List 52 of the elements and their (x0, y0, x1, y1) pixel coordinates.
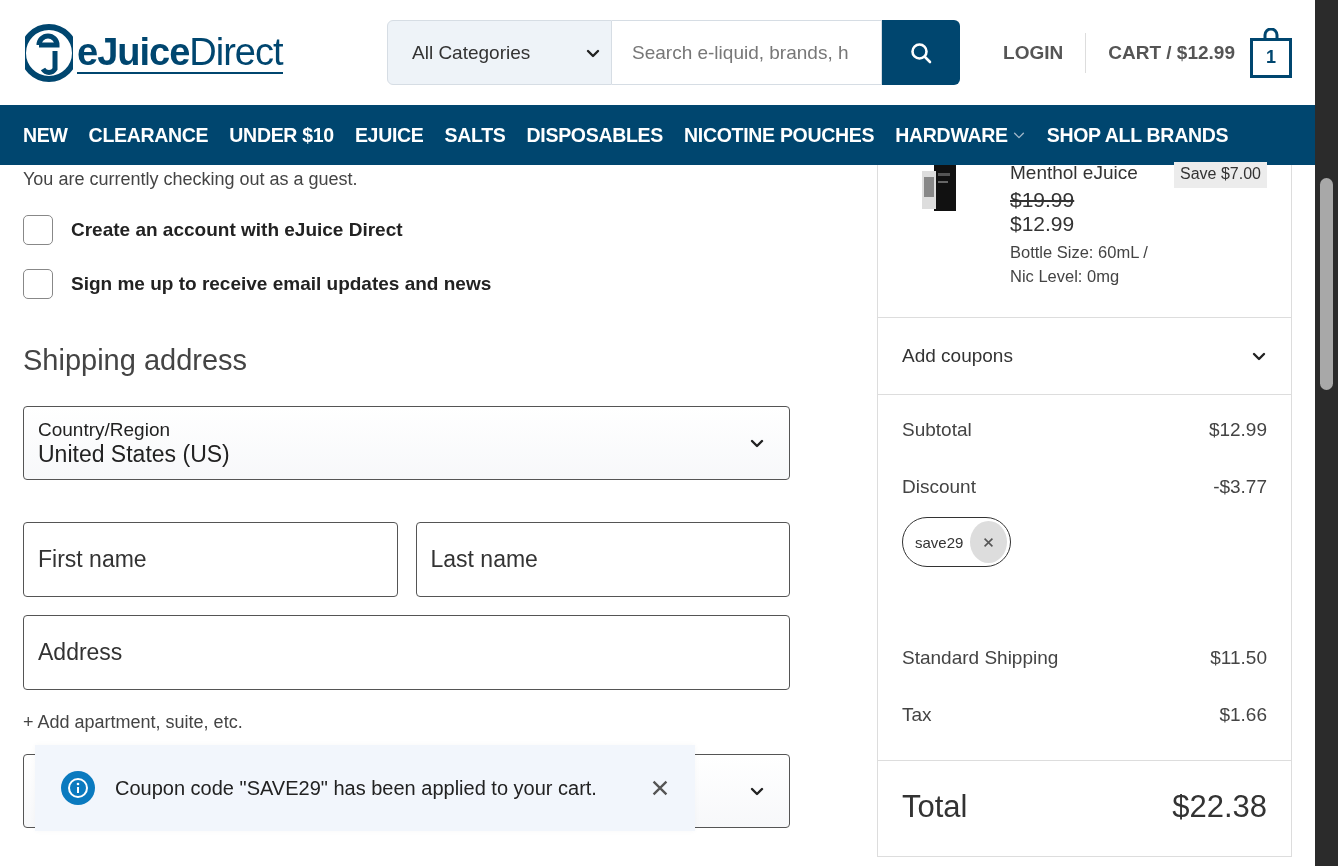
nav-link[interactable]: HARDWARE (895, 123, 1026, 147)
add-apartment-link[interactable]: + Add apartment, suite, etc. (23, 712, 790, 733)
scrollbar[interactable] (1315, 0, 1338, 866)
category-select[interactable]: All Categories (387, 20, 612, 85)
nav-link[interactable]: NICOTINE POUCHES (684, 123, 875, 147)
sale-price: $12.99 (1010, 212, 1076, 236)
summary-value: $12.99 (1208, 419, 1267, 442)
close-icon (983, 536, 994, 548)
toast-message: Coupon code "SAVE29" has been applied to your cart. (115, 776, 598, 800)
nav-link[interactable]: EJUICE (354, 123, 424, 147)
search-field[interactable]: Search e-liquid, brands, h (612, 20, 882, 85)
close-icon (651, 779, 669, 797)
summary-label: Standard Shipping (902, 647, 1059, 670)
save-badge: Save $7.00 (1174, 162, 1267, 188)
address-field[interactable]: Address (23, 615, 790, 690)
login-link[interactable]: LOGIN (1003, 41, 1064, 64)
cart-link[interactable]: CART / $12.99 (1108, 41, 1235, 64)
total-value: $22.38 (1172, 789, 1267, 825)
logo-icon (25, 22, 73, 83)
nav-link[interactable]: NEW (23, 123, 68, 147)
product-details: Bottle Size: 60mL / Nic Level: 0mg (1010, 242, 1149, 287)
nav-link[interactable]: SHOP ALL BRANDS (1046, 123, 1229, 147)
coupon-code: save29 (915, 533, 964, 551)
summary-value: -$3.77 (1213, 476, 1267, 499)
remove-coupon-button[interactable] (970, 521, 1007, 563)
checkbox[interactable] (23, 269, 53, 299)
search-icon (909, 40, 933, 65)
guest-note: You are currently checking out as a guest. (23, 168, 359, 191)
checkbox-label: Sign me up to receive email updates and news (71, 273, 492, 295)
logo-text[interactable]: eJuiceDirect (77, 31, 283, 74)
info-icon (61, 771, 95, 805)
close-button[interactable] (651, 779, 669, 797)
summary-value: $11.50 (1210, 647, 1267, 670)
summary-label: Tax (902, 704, 932, 727)
total-label: Total (902, 789, 968, 825)
checkbox-label: Create an account with eJuice Direct (71, 219, 403, 241)
original-price: $19.99 (1010, 188, 1076, 212)
section-title: Shipping address (23, 344, 249, 377)
summary-value: $1.66 (1219, 704, 1267, 727)
nav-link[interactable]: DISPOSABLES (526, 123, 663, 147)
checkbox[interactable] (23, 215, 53, 245)
summary-label: Subtotal (902, 419, 972, 442)
summary-label: Discount (902, 476, 976, 499)
name-field[interactable]: First name (23, 522, 398, 597)
nav-link[interactable]: UNDER $10 (229, 123, 334, 147)
name-field[interactable]: Last name (415, 522, 790, 597)
country-select[interactable]: Country/Region United States (US) (23, 406, 790, 480)
nav-link[interactable]: SALTS (444, 123, 506, 147)
product-name: Menthol eJuice (1010, 162, 1139, 184)
search-button[interactable] (882, 20, 960, 85)
scrollbar-thumb[interactable] (1320, 178, 1333, 390)
nav-link[interactable]: CLEARANCE (88, 123, 209, 147)
